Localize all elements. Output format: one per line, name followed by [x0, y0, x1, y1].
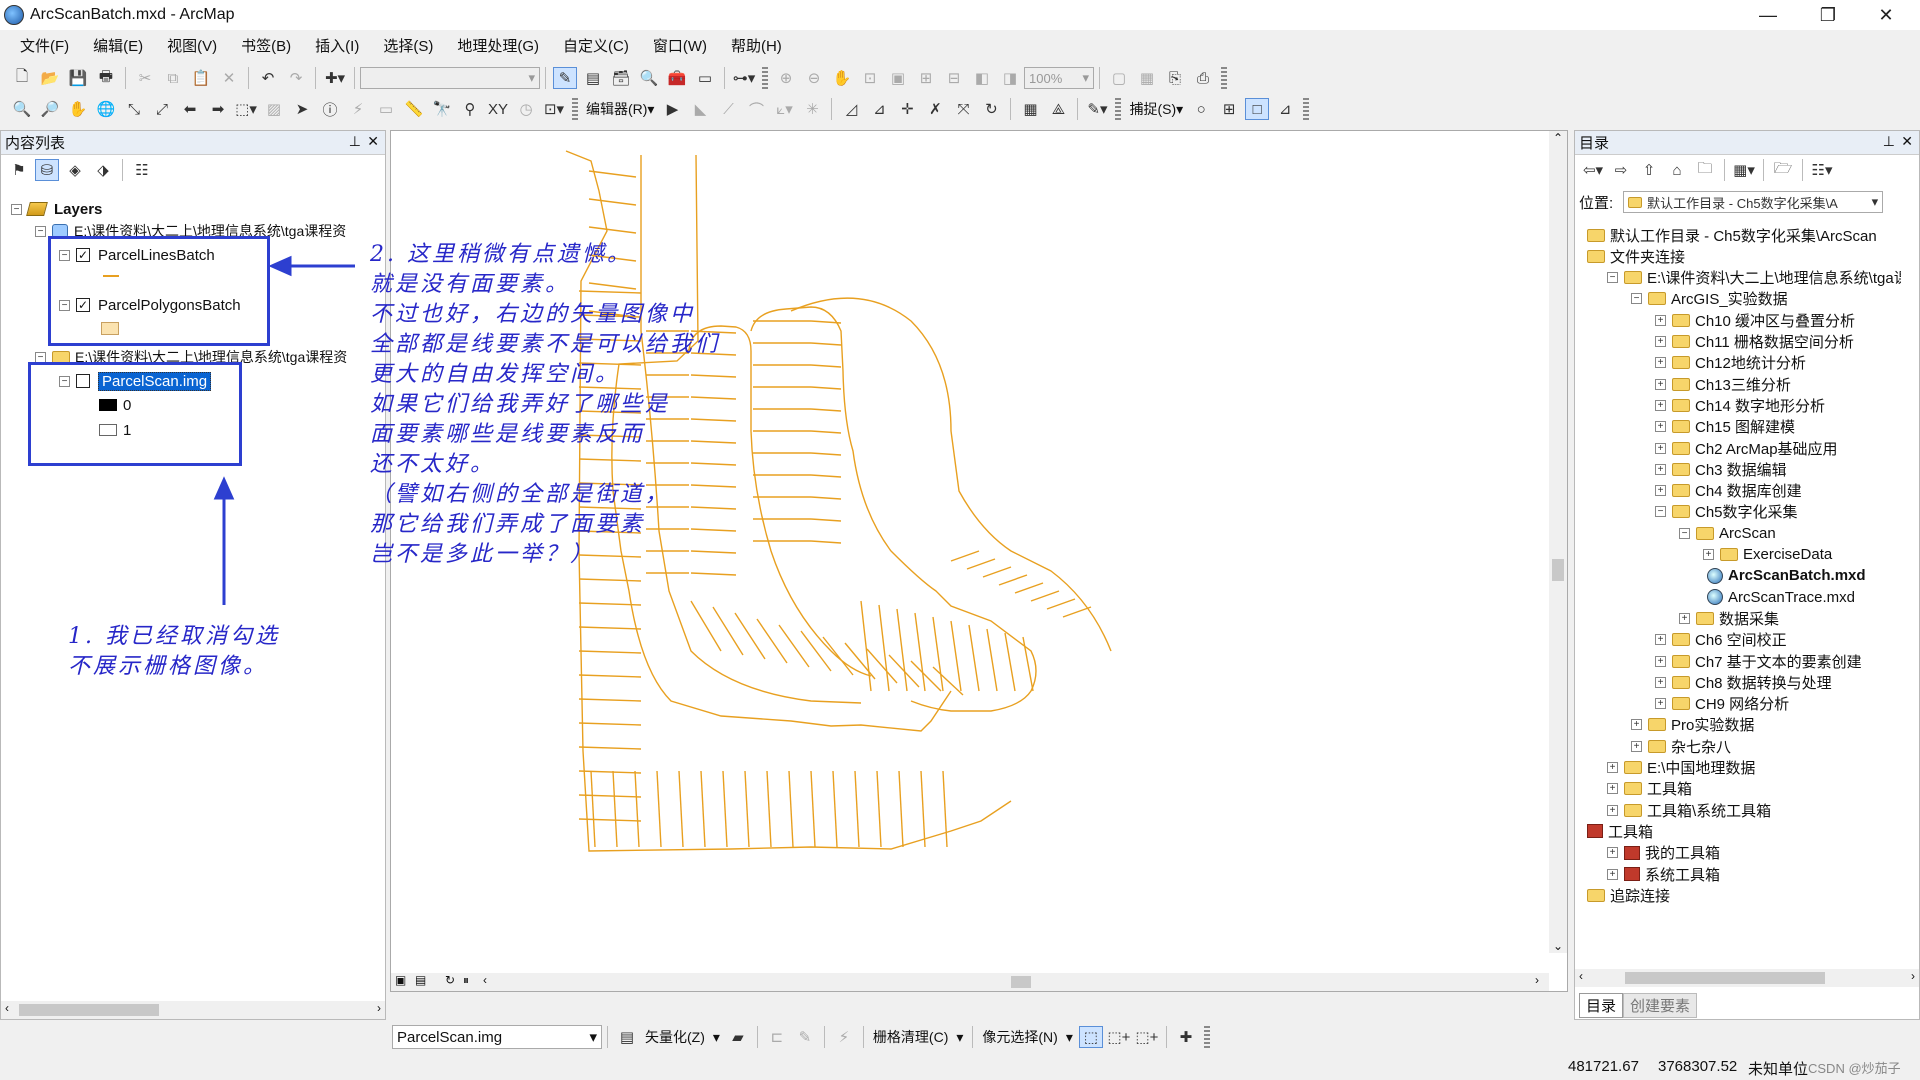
status-y-coordinate: 3768307.52	[1658, 1058, 1738, 1075]
note-line: 2. 这里稍微有点遗憾。	[370, 242, 632, 267]
status-units: 未知单位	[1748, 1061, 1809, 1078]
note-line: 1. 我已经取消勾选	[68, 624, 280, 649]
note-line: 不过也好，右边的矢量图像中	[370, 302, 696, 327]
note-line: 不展示栅格图像。	[68, 654, 269, 679]
note-line: 更大的自由发挥空间。	[370, 362, 621, 387]
note-line: （譬如右侧的全部是街道，	[370, 482, 671, 507]
note-line: 面要素哪些是线要素反而	[370, 422, 646, 447]
annotation-note-2: 2. 这里稍微有点遗憾。 就是没有面要素。 不过也好，右边的矢量图像中 全部都是…	[370, 240, 830, 570]
watermark: CSDN @炒茄子	[1808, 1061, 1901, 1076]
note-line: 还不太好。	[370, 452, 496, 477]
note-line: 就是没有面要素。	[370, 272, 571, 297]
status-bar: 481721.67 3768307.52 未知单位 CSDN @炒茄子	[0, 1054, 1920, 1080]
arrowhead-up	[213, 476, 235, 500]
annotation-arrows	[213, 255, 355, 605]
note-line: 那它给我们弄成了面要素	[370, 512, 646, 537]
note-line: 如果它们给我弄好了哪些是	[370, 392, 671, 417]
annotation-note-1: 1. 我已经取消勾选 不展示栅格图像。	[68, 622, 348, 682]
arrowhead-left	[268, 255, 292, 277]
note-line: 岂不是多此一举？）	[370, 542, 596, 567]
arcmap-window: ArcScanBatch.mxd - ArcMap — ❐ ✕ 文件(F) 编辑…	[0, 0, 1920, 1080]
status-x-coordinate: 481721.67	[1568, 1058, 1639, 1075]
note-line: 全部都是线要素不是可以给我们	[370, 332, 721, 357]
